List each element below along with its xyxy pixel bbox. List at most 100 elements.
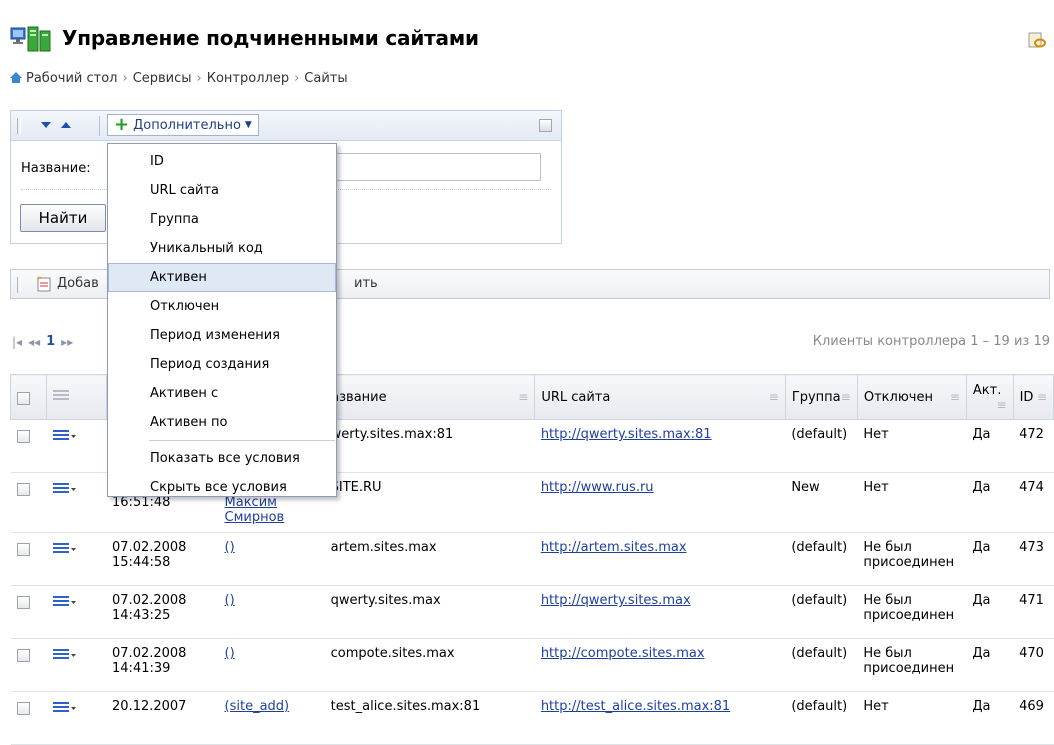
col-active[interactable]: Акт. ≡: [965, 374, 1014, 420]
cell-disabled: Нет: [857, 472, 967, 533]
name-filter-input[interactable]: [331, 153, 541, 181]
site-url-link[interactable]: http://test_alice.sites.max:81: [541, 699, 730, 714]
table-row[interactable]: 07.02.2008 15:44:58 () artem.sites.max http:…: [10, 532, 1054, 586]
breadcrumb-desktop[interactable]: Рабочий стол: [26, 71, 117, 86]
dropdown-item[interactable]: Отключен: [108, 292, 336, 321]
svg-text:*: *: [37, 276, 41, 284]
cell-group: (default): [785, 419, 858, 473]
column-menu-icon[interactable]: ≡: [841, 390, 851, 404]
user-link[interactable]: (): [225, 646, 319, 661]
cell-user: (site_add): [218, 691, 325, 745]
first-page-icon[interactable]: |◂: [12, 335, 22, 349]
row-actions-menu-icon[interactable]: [52, 648, 77, 666]
col-url[interactable]: URL сайта ≡: [534, 374, 786, 420]
next-page-icon[interactable]: ▸▸: [61, 335, 73, 349]
column-menu-icon[interactable]: ≡: [769, 390, 779, 404]
row-actions-menu-icon[interactable]: [52, 701, 77, 719]
cell-id: 473: [1013, 532, 1054, 586]
action-button-label[interactable]: ить: [354, 276, 378, 291]
toolbar-grip: [17, 118, 21, 134]
dropdown-item[interactable]: URL сайта: [108, 176, 336, 205]
current-page[interactable]: 1: [46, 334, 55, 349]
cell-name: SITE.RU: [324, 472, 535, 533]
row-actions-menu-icon[interactable]: [52, 595, 77, 613]
cell-id: 474: [1013, 472, 1054, 533]
row-actions-menu-icon[interactable]: [52, 542, 77, 560]
col-name[interactable]: азвание ≡: [324, 374, 536, 420]
list-icon[interactable]: [53, 389, 70, 401]
cell-url: http://test_alice.sites.max:81: [534, 691, 786, 745]
dropdown-item[interactable]: Активен по: [108, 408, 336, 437]
site-manager-icon: [10, 26, 51, 52]
cell-disabled: Не был присоединен: [857, 585, 967, 639]
cell-disabled: Не был присоединен: [857, 638, 967, 692]
dropdown-item[interactable]: Период создания: [108, 350, 336, 379]
row-actions-menu-icon[interactable]: [52, 429, 77, 447]
dropdown-item[interactable]: ID: [108, 147, 336, 176]
dropdown-item[interactable]: Уникальный код: [108, 234, 336, 263]
table-row[interactable]: 07.02.2008 14:41:39 () compote.sites.max htt…: [10, 638, 1054, 692]
user-link[interactable]: (): [225, 540, 319, 555]
dropdown-item[interactable]: Активен: [108, 263, 336, 292]
show-all-conditions[interactable]: Показать все условия: [108, 444, 336, 473]
select-all-checkbox[interactable]: [17, 392, 30, 405]
dropdown-item[interactable]: Активен с: [108, 379, 336, 408]
cell-name: artem.sites.max: [324, 532, 535, 586]
user-link[interactable]: (site_add): [225, 699, 319, 714]
add-button-label[interactable]: Добав: [57, 276, 99, 291]
dropdown-item[interactable]: Период изменения: [108, 321, 336, 350]
cell-user: (): [218, 585, 325, 639]
col-group[interactable]: Группа ≡: [784, 374, 858, 420]
collapse-up-icon[interactable]: [61, 121, 71, 129]
minimize-panel-button[interactable]: [539, 119, 552, 132]
site-url-link[interactable]: http://www.rus.ru: [541, 480, 654, 495]
pager: |◂ ◂◂ 1 ▸▸: [12, 334, 73, 349]
hide-all-conditions[interactable]: Скрыть все условия: [108, 473, 336, 502]
column-menu-icon[interactable]: ≡: [997, 398, 1007, 412]
cell-active: Да: [966, 638, 1014, 692]
column-menu-icon[interactable]: ≡: [1037, 390, 1047, 404]
table-row[interactable]: 20.12.2007 (site_add) test_alice.sites.max…: [10, 691, 1054, 745]
cell-active: Да: [966, 419, 1014, 473]
cell-id: 471: [1013, 585, 1054, 639]
site-url-link[interactable]: http://qwerty.sites.max:81: [541, 427, 712, 442]
cell-url: http://artem.sites.max: [534, 532, 786, 586]
more-filters-button[interactable]: + Дополнительно ▼: [107, 114, 259, 136]
site-url-link[interactable]: http://compote.sites.max: [541, 646, 705, 661]
cell-name: werty.sites.max:81: [324, 419, 535, 473]
cell-date: 07.02.2008 14:41:39: [106, 638, 219, 692]
help-link-icon[interactable]: [1028, 31, 1046, 49]
table-row[interactable]: 07.02.2008 14:43:25 () qwerty.sites.max http…: [10, 585, 1054, 639]
site-url-link[interactable]: http://qwerty.sites.max: [541, 593, 691, 608]
user-link[interactable]: (): [225, 593, 319, 608]
col-disabled[interactable]: Отключен ≡: [856, 374, 967, 420]
breadcrumb: Рабочий стол › Сервисы › Контроллер › Сайты: [10, 71, 348, 86]
dropdown-item[interactable]: Группа: [108, 205, 336, 234]
add-item-icon[interactable]: *: [37, 276, 51, 292]
cell-user: (): [218, 638, 325, 692]
cell-id: 470: [1013, 638, 1054, 692]
cell-name: qwerty.sites.max: [324, 585, 535, 639]
col-id[interactable]: ID ≡: [1012, 374, 1054, 420]
prev-page-icon[interactable]: ◂◂: [28, 335, 40, 349]
expand-down-icon[interactable]: [41, 121, 51, 129]
row-checkbox[interactable]: [16, 702, 30, 715]
breadcrumb-sites: Сайты: [304, 71, 348, 86]
row-checkbox[interactable]: [16, 543, 30, 556]
site-url-link[interactable]: http://artem.sites.max: [541, 540, 687, 555]
cell-disabled: Не был присоединен: [857, 532, 967, 586]
home-icon: [10, 72, 22, 83]
breadcrumb-controller[interactable]: Контроллер: [207, 71, 289, 86]
row-checkbox[interactable]: [16, 483, 30, 496]
name-label: Название:: [21, 161, 91, 176]
column-menu-icon[interactable]: ≡: [518, 390, 528, 404]
row-checkbox[interactable]: [16, 649, 30, 662]
breadcrumb-services[interactable]: Сервисы: [133, 71, 192, 86]
cell-url: http://compote.sites.max: [534, 638, 786, 692]
row-checkbox[interactable]: [16, 430, 30, 443]
column-menu-icon[interactable]: ≡: [950, 390, 960, 404]
row-actions-menu-icon[interactable]: [52, 482, 77, 500]
cell-date: 07.02.2008 15:44:58: [106, 532, 219, 586]
row-checkbox[interactable]: [16, 596, 30, 609]
find-button[interactable]: Найти: [20, 204, 106, 232]
